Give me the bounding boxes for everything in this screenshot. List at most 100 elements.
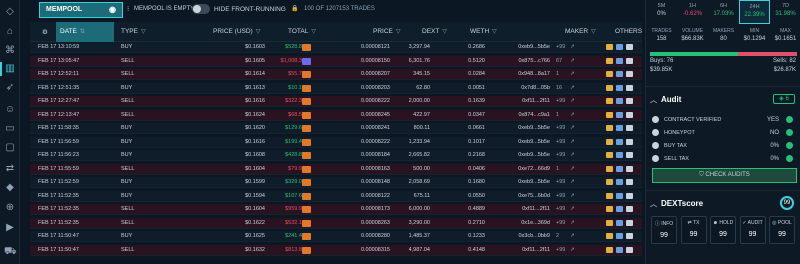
trade-maker[interactable]: 0x948...8a17 [510,70,550,79]
tab-5m[interactable]: 5M 0% [646,0,677,24]
table-row[interactable]: FEB 17 12:13:47 SELL $0.1624 $68.50 0.000082… [30,109,642,121]
table-row[interactable]: FEB 17 11:50:47 SELL $0.1632 $813.81 0.00008… [30,244,642,256]
etherscan-icon[interactable] [606,233,613,239]
tx-icon[interactable] [616,98,623,104]
mempool-button[interactable]: MEMPOOL ◉ [39,2,123,18]
table-row[interactable]: FEB 17 12:52:11 SELL $0.1614 $55.72 0.000082… [30,69,642,80]
table-row[interactable]: FEB 17 11:52:35 SELL $0.1622 $532.14 0.00008… [30,217,642,229]
tab-6h[interactable]: 6H 17.03% [708,0,739,24]
external-link-icon[interactable]: ↗ [570,43,575,52]
wallet-icon[interactable] [626,179,633,185]
external-link-icon[interactable]: ↗ [570,232,575,241]
wallet-icon[interactable] [626,125,633,131]
etherscan-icon[interactable] [606,71,613,77]
tx-icon[interactable] [616,192,623,199]
trade-maker[interactable]: 0x3cb...0bb9 [510,232,551,241]
external-link-icon[interactable]: ↗ [570,70,575,79]
etherscan-icon[interactable] [606,165,613,172]
trade-maker[interactable]: 0xeb9...5b5e [510,178,550,187]
etherscan-icon[interactable] [606,84,613,91]
tx-icon[interactable] [616,165,623,172]
settings-icon[interactable]: ⚙ [42,28,48,36]
trade-maker[interactable]: 0xeb9...5b5e [510,124,550,133]
table-row[interactable]: FEB 17 12:27:47 SELL $0.1616 $322.37 0.00008… [30,96,642,107]
tx-icon[interactable] [616,179,623,185]
cart-icon[interactable]: ⛟ [4,246,17,258]
check-audits-button[interactable]: ⛉ CHECK AUDITS [652,168,797,183]
wallet-icon[interactable] [626,152,633,158]
wallet-icon[interactable] [626,57,633,64]
wallet-icon[interactable] [626,165,633,172]
external-link-icon[interactable]: ↗ [570,219,575,228]
trade-maker[interactable]: 0x7d8...05b [510,84,550,93]
wallet-icon[interactable] [626,246,633,253]
etherscan-icon[interactable] [606,125,613,131]
trade-maker[interactable]: 0xf11...2f11 [510,97,550,106]
tx-icon[interactable] [616,206,623,212]
dext-header[interactable]: DEXT ▽ [422,28,447,35]
trade-maker[interactable]: 0xeb9...5b5e [510,138,550,147]
tx-icon[interactable] [616,152,623,158]
external-link-icon[interactable]: ↗ [570,178,575,187]
wallet-icon[interactable]: ▭ [4,123,16,135]
trade-maker[interactable]: 0x1e...369d [510,219,550,228]
table-row[interactable]: FEB 17 11:52:59 BUY $0.1599 $329.03 0.000081… [30,177,642,188]
tab-24h[interactable]: 24H 22.39% [739,0,770,24]
etherscan-icon[interactable] [606,152,613,158]
etherscan-icon[interactable] [606,57,613,64]
home-icon[interactable]: ⌂ [4,26,16,38]
dextscore-header[interactable]: ︿ DEXTscore [650,199,703,209]
tab-7d[interactable]: 7D 31.98% [770,0,800,24]
external-link-icon[interactable]: ↗ [570,151,575,160]
wallet-icon[interactable] [626,206,633,212]
type-header[interactable]: TYPE ▽ [121,28,146,35]
total-header[interactable]: TOTAL ▽ [288,28,316,35]
wallet-icon[interactable] [626,71,633,77]
weth-header[interactable]: WETH ▽ [470,28,497,35]
tx-icon[interactable] [616,57,623,64]
logo-icon[interactable]: ◇ [4,6,16,18]
external-link-icon[interactable]: ↗ [570,192,575,201]
trade-maker[interactable]: 0xe72...66d9 [510,165,550,174]
table-row[interactable]: FEB 17 11:50:47 BUY $0.1625 $241.48 0.000082… [30,231,642,242]
external-link-icon[interactable]: ↗ [570,111,575,120]
wallet-icon[interactable] [626,44,633,50]
tx-icon[interactable] [616,71,623,77]
external-link-icon[interactable]: ↗ [570,205,575,214]
external-link-icon[interactable]: ↗ [570,138,575,147]
plus-circle-icon[interactable]: ⊕ [4,202,16,214]
table-row[interactable]: FEB 17 12:51:35 BUY $0.1613 $10.13 0.0000820… [30,82,642,94]
external-link-icon[interactable]: ↗ [570,97,575,106]
table-row[interactable]: FEB 17 11:55:59 SELL $0.1604 $79.96 0.000081… [30,163,642,175]
etherscan-icon[interactable] [606,179,613,185]
table-row[interactable]: FEB 17 11:56:59 BUY $0.1616 $199.45 0.000082… [30,136,642,148]
external-link-icon[interactable]: ↗ [570,84,575,93]
tx-icon[interactable] [616,219,623,226]
etherscan-icon[interactable] [606,246,613,253]
table-row[interactable]: FEB 17 11:52:35 BUY $0.1594 $107.65 0.000081… [30,190,642,202]
tab-1h[interactable]: 1H -0.62% [677,0,708,24]
tx-icon[interactable] [616,44,623,50]
tx-icon[interactable] [616,84,623,91]
screen-icon[interactable]: ▢ [4,142,16,154]
wallet-icon[interactable] [626,219,633,226]
arrow-icon[interactable]: ▶ [4,222,16,234]
etherscan-icon[interactable] [606,98,613,104]
tx-icon[interactable] [616,246,623,253]
chart-icon[interactable]: ▥ [4,63,16,75]
wallet-icon[interactable] [626,192,633,199]
trade-maker[interactable]: 0xeb9...5b5e [510,43,550,52]
table-row[interactable]: FEB 17 13:10:59 BUY $0.1603 $528.83 0.000081… [30,42,642,53]
maker-header[interactable]: MAKER ▽ [565,28,596,35]
rocket-icon[interactable]: ➶ [4,82,16,94]
wallet-icon[interactable] [626,138,633,145]
external-link-icon[interactable]: ↗ [570,124,575,133]
etherscan-icon[interactable] [606,219,613,226]
etherscan-icon[interactable] [606,44,613,50]
etherscan-icon[interactable] [606,111,613,118]
tx-icon[interactable] [616,111,623,118]
trade-maker[interactable]: 0xeb9...5b5e [510,151,550,160]
trade-maker[interactable]: 0xf11...2f11 [510,205,550,214]
external-link-icon[interactable]: ↗ [570,57,575,66]
table-row[interactable]: FEB 17 13:05:47 SELL $0.1605 $1,008.38 0.000… [30,55,642,67]
